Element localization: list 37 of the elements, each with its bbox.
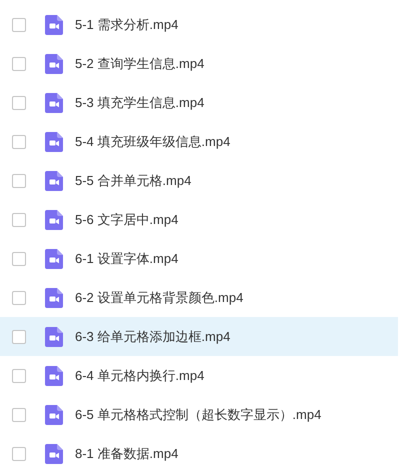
checkbox[interactable]	[12, 252, 26, 266]
video-file-icon	[45, 210, 63, 230]
video-file-icon	[45, 248, 63, 268]
checkbox[interactable]	[12, 18, 26, 32]
video-file-icon	[45, 132, 63, 152]
video-file-icon	[45, 170, 63, 190]
video-file-icon	[45, 404, 63, 424]
video-file-icon	[45, 54, 63, 74]
checkbox[interactable]	[12, 290, 26, 304]
file-name: 5-5 合并单元格.mp4	[75, 172, 192, 190]
file-name: 6-3 给单元格添加边框.mp4	[75, 328, 230, 346]
file-row[interactable]: 6-3 给单元格添加边框.mp4	[0, 317, 398, 356]
checkbox[interactable]	[12, 212, 26, 226]
video-file-icon	[45, 14, 63, 34]
file-name: 6-5 单元格格式控制（超长数字显示）.mp4	[75, 406, 322, 424]
checkbox[interactable]	[12, 134, 26, 148]
video-file-icon	[45, 288, 63, 308]
file-name: 8-1 准备数据.mp4	[75, 444, 178, 463]
checkbox[interactable]	[12, 446, 26, 460]
checkbox[interactable]	[12, 56, 26, 70]
video-file-icon	[45, 444, 63, 464]
checkbox[interactable]	[12, 368, 26, 382]
video-file-icon	[45, 366, 63, 386]
file-name: 6-2 设置单元格背景颜色.mp4	[75, 288, 244, 307]
file-name: 6-4 单元格内换行.mp4	[75, 366, 204, 385]
file-name: 5-3 填充学生信息.mp4	[75, 94, 204, 112]
checkbox[interactable]	[12, 330, 26, 344]
checkbox[interactable]	[12, 96, 26, 110]
checkbox[interactable]	[12, 174, 26, 188]
file-name: 5-1 需求分析.mp4	[75, 16, 178, 34]
file-name: 5-2 查询学生信息.mp4	[75, 54, 204, 73]
checkbox[interactable]	[12, 408, 26, 422]
file-name: 6-1 设置字体.mp4	[75, 250, 178, 268]
file-name: 5-4 填充班级年级信息.mp4	[75, 132, 230, 151]
file-name: 5-6 文字居中.mp4	[75, 210, 178, 229]
video-file-icon	[45, 326, 63, 346]
video-file-icon	[45, 92, 63, 112]
